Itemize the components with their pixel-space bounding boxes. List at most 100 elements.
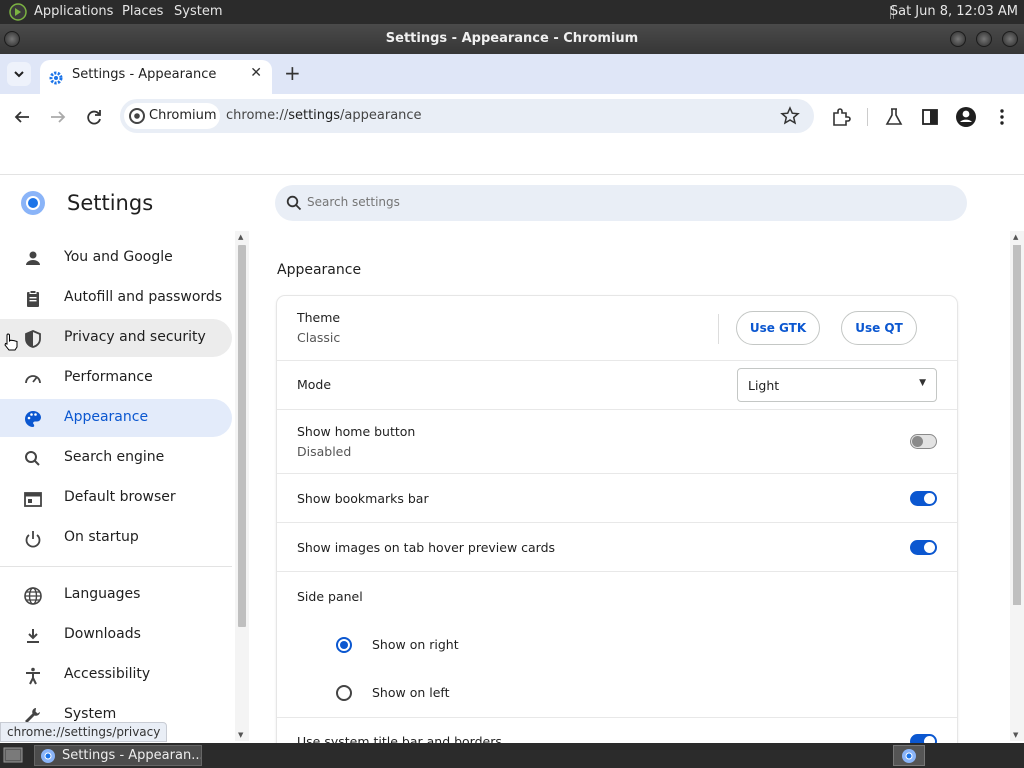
sidebar-item-search-engine[interactable]: Search engine <box>0 439 232 477</box>
tab-hover-toggle[interactable] <box>910 540 937 555</box>
labs-flask-icon[interactable] <box>883 106 905 128</box>
sidebar-item-label: Accessibility <box>64 666 151 682</box>
more-menu-icon[interactable] <box>991 106 1013 128</box>
sidebar-item-accessibility[interactable]: Accessibility <box>0 656 232 694</box>
tab-settings-appearance[interactable]: Settings - Appearance ✕ <box>40 60 272 94</box>
sidebar-item-performance[interactable]: Performance <box>0 359 232 397</box>
link-status-bubble: chrome://settings/privacy <box>0 722 168 742</box>
sidebar-item-on-startup[interactable]: On startup <box>0 519 232 557</box>
sidebar-item-label: Privacy and security <box>64 329 206 345</box>
sidebar-item-languages[interactable]: Languages <box>0 576 232 614</box>
toggle-knob <box>924 542 935 553</box>
taskbar-item-chromium[interactable]: Settings - Appearan... <box>34 745 202 766</box>
sidebar-scrollbar[interactable]: ▲ ▼ <box>235 231 249 741</box>
scroll-down-arrow-icon[interactable]: ▼ <box>238 731 243 739</box>
window-title: Settings - Appearance - Chromium <box>385 31 639 46</box>
palette-icon <box>25 411 41 427</box>
minimize-button[interactable] <box>950 31 966 47</box>
row-divider <box>277 717 957 718</box>
sidebar-item-downloads[interactable]: Downloads <box>0 616 232 654</box>
bookmarks-bar-toggle[interactable] <box>910 491 937 506</box>
sidebar-item-label: Languages <box>64 586 141 602</box>
theme-label: Theme <box>297 310 341 325</box>
sidebar-item-label: You and Google <box>64 249 173 265</box>
system-menu[interactable]: System <box>174 4 222 19</box>
side-panel-left-radio[interactable] <box>336 685 352 701</box>
toolbar-divider-line <box>0 174 1024 175</box>
appearance-card: Theme Classic Use GTK Use QT Mode Light … <box>277 296 957 756</box>
chromium-logo-icon <box>129 108 145 124</box>
window-menu-button[interactable] <box>4 31 20 47</box>
scroll-down-arrow-icon[interactable]: ▼ <box>1013 731 1018 739</box>
row-divider <box>277 360 957 361</box>
sidebar-item-you-and-google[interactable]: You and Google <box>0 239 232 277</box>
theme-value: Classic <box>297 330 341 345</box>
sidebar-item-label: Performance <box>64 369 153 385</box>
side-panel-icon[interactable] <box>919 106 941 128</box>
browser-icon <box>24 492 42 507</box>
search-input[interactable] <box>307 195 907 209</box>
show-desktop-icon[interactable] <box>3 746 23 765</box>
distro-logo-icon[interactable] <box>9 3 27 21</box>
window-titlebar[interactable]: Settings - Appearance - Chromium <box>0 24 1024 54</box>
person-icon <box>26 251 40 265</box>
sidebar-item-label: Appearance <box>64 409 149 425</box>
chromium-icon <box>41 749 55 763</box>
applications-menu[interactable]: Applications <box>34 4 113 19</box>
scroll-up-arrow-icon[interactable]: ▲ <box>238 233 243 241</box>
speedometer-icon <box>25 375 41 384</box>
clock[interactable]: Sat Jun 8, 12:03 AM <box>890 4 1018 19</box>
main-scrollbar[interactable]: ▲ ▼ <box>1010 231 1024 741</box>
site-info-chip[interactable]: Chromium <box>124 103 220 129</box>
profile-avatar-icon[interactable] <box>955 106 977 128</box>
reload-icon[interactable] <box>83 106 105 128</box>
toggle-knob <box>924 493 935 504</box>
back-arrow-icon[interactable] <box>11 106 33 128</box>
section-title-appearance: Appearance <box>277 262 362 278</box>
scroll-up-arrow-icon[interactable]: ▲ <box>1013 233 1018 241</box>
bookmarks-bar-label: Show bookmarks bar <box>297 491 429 506</box>
mode-select-value: Light <box>748 378 780 393</box>
tab-search-button[interactable] <box>7 62 31 86</box>
main-scroll-thumb[interactable] <box>1013 245 1021 605</box>
sidebar-item-label: Search engine <box>64 449 165 465</box>
power-icon <box>25 531 41 548</box>
sidebar-item-appearance[interactable]: Appearance <box>0 399 232 437</box>
side-panel-right-radio[interactable] <box>336 637 352 653</box>
tab-strip: Settings - Appearance ✕ + <box>0 54 1024 94</box>
tab-title: Settings - Appearance <box>72 67 217 82</box>
sidebar-item-default-browser[interactable]: Default browser <box>0 479 232 517</box>
settings-title: Settings <box>67 191 154 215</box>
globe-icon <box>24 587 42 605</box>
url-text[interactable]: chrome://settings/appearance <box>226 108 422 123</box>
sidebar-item-label: System <box>64 706 117 722</box>
places-menu[interactable]: Places <box>122 4 163 19</box>
chromium-icon <box>902 749 916 763</box>
tab-hover-label: Show images on tab hover preview cards <box>297 540 556 555</box>
maximize-button[interactable] <box>976 31 992 47</box>
extensions-puzzle-icon[interactable] <box>830 106 852 128</box>
mode-select[interactable]: Light ▼ <box>737 368 937 402</box>
bookmark-star-icon[interactable] <box>780 106 800 126</box>
workspace-switcher[interactable] <box>893 745 925 766</box>
sidebar-item-autofill[interactable]: Autofill and passwords <box>0 279 232 317</box>
sidebar-scroll-thumb[interactable] <box>238 245 246 627</box>
sidebar-item-privacy[interactable]: Privacy and security <box>0 319 232 357</box>
forward-arrow-icon[interactable] <box>47 106 69 128</box>
side-panel-left-label[interactable]: Show on left <box>372 685 450 700</box>
use-qt-button[interactable]: Use QT <box>841 311 917 345</box>
side-panel-right-label[interactable]: Show on right <box>372 637 459 652</box>
toolbar-divider <box>867 108 868 126</box>
top-panel: Applications Places System Sat Jun 8, 12… <box>0 0 1024 24</box>
sidebar-item-label: On startup <box>64 529 139 545</box>
omnibox[interactable]: Chromium chrome://settings/appearance <box>120 99 814 133</box>
new-tab-button[interactable]: + <box>284 61 301 85</box>
sidebar-item-label: Autofill and passwords <box>64 289 223 305</box>
search-settings-box[interactable] <box>275 185 967 221</box>
home-button-toggle[interactable] <box>910 434 937 449</box>
close-icon[interactable]: ✕ <box>250 65 262 81</box>
close-window-button[interactable] <box>1002 31 1018 47</box>
use-gtk-button[interactable]: Use GTK <box>736 311 820 345</box>
site-chip-label: Chromium <box>149 108 217 123</box>
row-divider <box>277 473 957 474</box>
